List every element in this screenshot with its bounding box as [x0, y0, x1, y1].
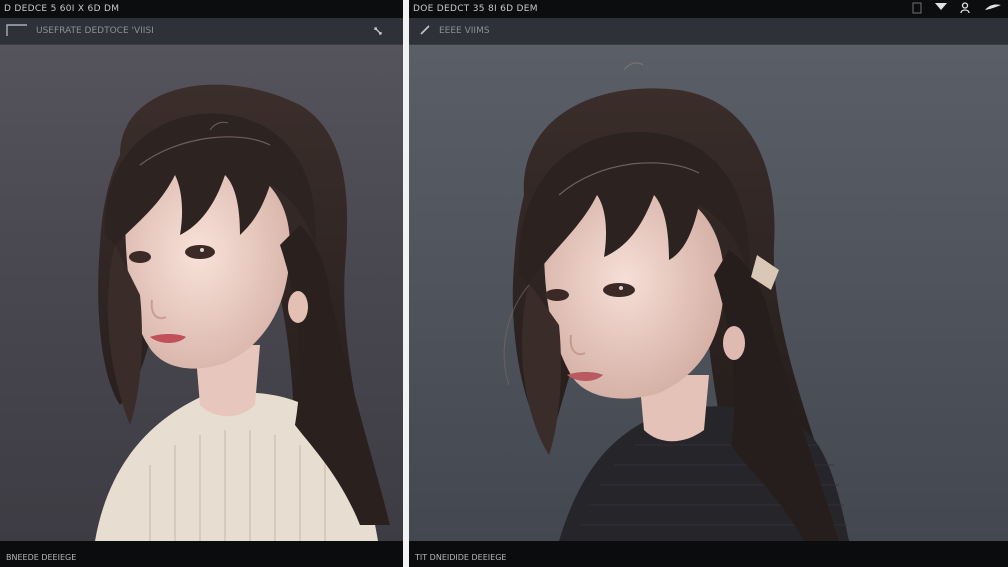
image-canvas: [0, 45, 403, 541]
pin-icon[interactable]: [372, 25, 390, 39]
window-title: D DEDCE 5 60I X 6D DM: [0, 0, 403, 18]
right-image-window: DOE DEDCT 35 8I 6D DEM EEEE VIIMS TIT DN…: [409, 0, 1008, 567]
pen-icon[interactable]: [419, 24, 437, 38]
image-toolbar: EEEE VIIMS: [409, 18, 1008, 45]
toolbar-label: USEFRATE DEDTOCE 'VIISI: [36, 26, 154, 36]
feather-icon[interactable]: [984, 3, 1002, 17]
left-image-window: D DEDCE 5 60I X 6D DM USEFRATE DEDTOCE '…: [0, 0, 403, 567]
portrait-photo-left: [95, 84, 390, 541]
portrait-photo-right: [503, 62, 849, 541]
status-bar: TIT DNEIDIDE DEEIEGE: [409, 541, 1008, 567]
image-toolbar: USEFRATE DEDTOCE 'VIISI: [0, 18, 403, 45]
send-icon[interactable]: [935, 3, 953, 17]
image-canvas: [409, 45, 1008, 541]
user-icon[interactable]: [960, 2, 978, 16]
panel-icon[interactable]: [912, 2, 930, 16]
toolbar-label: EEEE VIIMS: [439, 26, 490, 36]
frame-icon[interactable]: [6, 24, 27, 38]
status-bar: BNEEDE DEEIEGE: [0, 541, 403, 567]
